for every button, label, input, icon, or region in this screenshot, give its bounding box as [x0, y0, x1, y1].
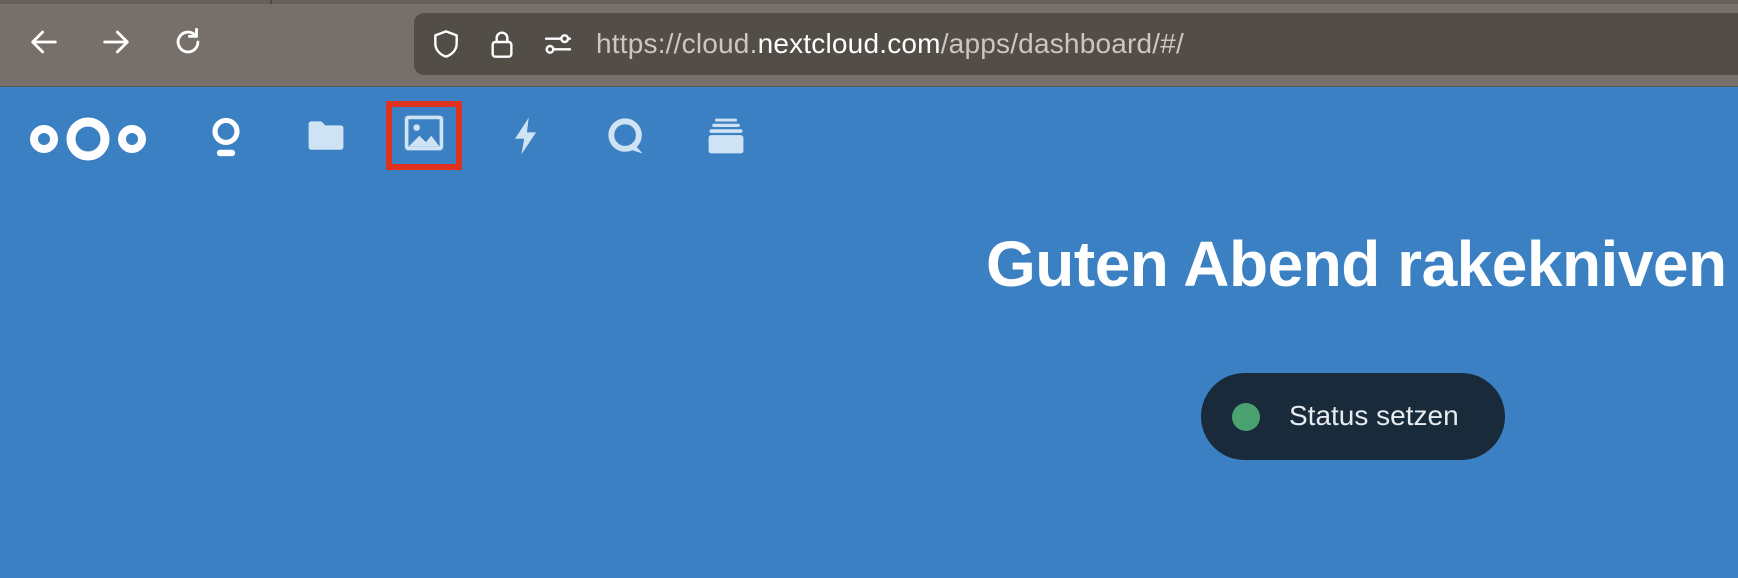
url-path: /apps/dashboard/#/ — [940, 28, 1185, 59]
url-text[interactable]: https://cloud.nextcloud.com/apps/dashboa… — [596, 28, 1184, 60]
url-prefix: https://cloud. — [596, 28, 758, 59]
dashboard-icon — [204, 114, 248, 163]
reload-icon — [171, 25, 205, 64]
reload-button[interactable] — [166, 22, 210, 66]
app-photos[interactable] — [386, 101, 462, 170]
back-button[interactable] — [22, 22, 66, 66]
nextcloud-logo[interactable] — [24, 113, 148, 165]
address-bar[interactable]: https://cloud.nextcloud.com/apps/dashboa… — [414, 13, 1738, 75]
arrow-right-icon — [99, 25, 133, 64]
app-talk[interactable] — [588, 100, 664, 176]
forward-button[interactable] — [94, 22, 138, 66]
set-status-button[interactable]: Status setzen — [1201, 373, 1505, 460]
lightning-icon — [504, 114, 548, 163]
url-host: nextcloud.com — [757, 28, 941, 59]
app-files[interactable] — [288, 100, 364, 176]
lock-icon[interactable] — [486, 28, 518, 60]
tune-icon[interactable] — [542, 28, 574, 60]
shield-icon[interactable] — [430, 28, 462, 60]
deck-icon — [704, 114, 748, 163]
nextcloud-logo-icon — [30, 117, 146, 161]
online-status-icon — [1232, 403, 1260, 431]
arrow-left-icon — [27, 25, 61, 64]
dashboard-greeting: Guten Abend rakekniven — [986, 228, 1727, 300]
app-dashboard[interactable] — [188, 100, 264, 176]
talk-bubble-icon — [604, 114, 648, 163]
browser-toolbar: https://cloud.nextcloud.com/apps/dashboa… — [0, 0, 1738, 87]
status-button-label: Status setzen — [1289, 400, 1459, 431]
tab-strip-edge — [0, 0, 1738, 4]
app-deck[interactable] — [688, 100, 764, 176]
app-activity[interactable] — [488, 100, 564, 176]
folder-icon — [304, 114, 348, 163]
image-icon — [402, 111, 446, 160]
